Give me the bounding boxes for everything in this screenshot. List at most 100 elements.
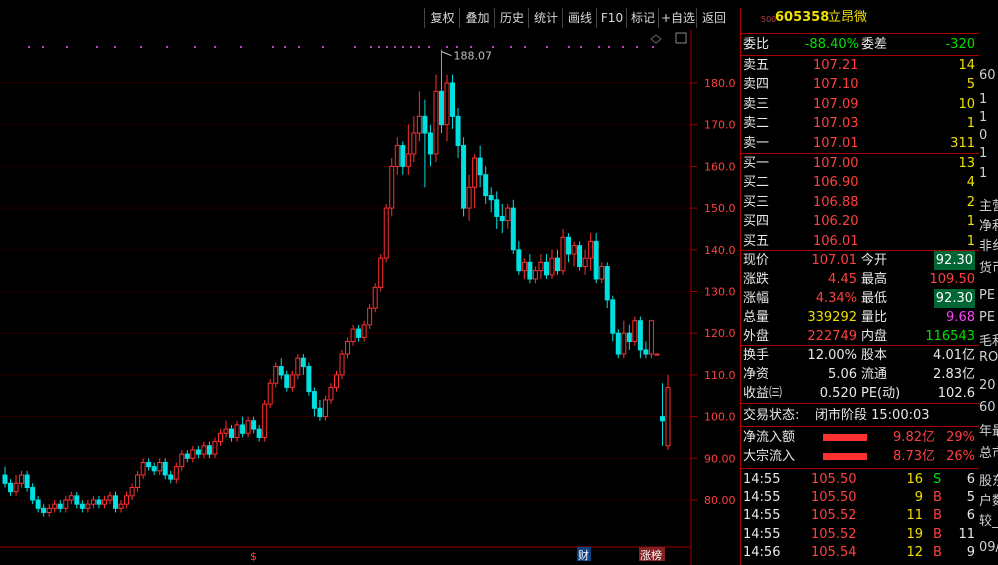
candle-body[interactable] <box>289 374 295 388</box>
candle-body[interactable] <box>217 432 223 443</box>
candle-body[interactable] <box>455 115 461 147</box>
candle-body[interactable] <box>251 420 257 430</box>
candle-body[interactable] <box>372 286 378 309</box>
toolbar-button-0[interactable]: 复权 <box>424 8 460 28</box>
candle-body[interactable] <box>411 132 417 155</box>
candle-body[interactable] <box>118 503 124 509</box>
candle-body[interactable] <box>378 257 384 288</box>
candle-body[interactable] <box>201 445 207 455</box>
candle-body[interactable] <box>566 236 572 255</box>
candle-body[interactable] <box>135 474 141 488</box>
candle-body[interactable] <box>24 474 30 488</box>
candle-body[interactable] <box>648 320 654 355</box>
candle-body[interactable] <box>63 499 69 509</box>
candle-body[interactable] <box>223 428 229 434</box>
candle-body[interactable] <box>90 499 96 505</box>
candle-body[interactable] <box>400 145 406 167</box>
candle-body[interactable] <box>113 495 118 509</box>
candle-body[interactable] <box>532 270 538 280</box>
candle-body[interactable] <box>306 366 312 393</box>
candle-body[interactable] <box>96 499 102 505</box>
candle-body[interactable] <box>85 503 91 509</box>
candle-body[interactable] <box>151 466 157 472</box>
candle-body[interactable] <box>195 449 201 455</box>
candle-body[interactable] <box>604 265 610 301</box>
candle-body[interactable] <box>433 90 439 155</box>
candle-body[interactable] <box>74 495 80 505</box>
candle-body[interactable] <box>322 399 328 418</box>
candle-body[interactable] <box>571 245 577 255</box>
candle-body[interactable] <box>516 249 522 272</box>
candle-body[interactable] <box>483 174 489 197</box>
candle-body[interactable] <box>30 486 36 501</box>
candle-body[interactable] <box>643 349 649 355</box>
candle-body[interactable] <box>240 424 246 434</box>
collapse-icon[interactable] <box>675 32 687 44</box>
toolbar-button-2[interactable]: 历史 <box>494 8 529 28</box>
candle-body[interactable] <box>505 207 511 222</box>
candle-body[interactable] <box>438 90 444 126</box>
candle-body[interactable] <box>46 507 52 514</box>
candle-body[interactable] <box>345 341 351 355</box>
candle-body[interactable] <box>35 499 41 509</box>
candle-body[interactable] <box>334 374 339 388</box>
candle-body[interactable] <box>311 391 317 409</box>
toolbar-button-6[interactable]: 标记 <box>626 8 659 28</box>
candle-body[interactable] <box>615 332 621 355</box>
candle-body[interactable] <box>521 261 527 272</box>
candle-body[interactable] <box>560 236 566 272</box>
candle-body[interactable] <box>162 461 168 476</box>
toolbar-button-3[interactable]: 统计 <box>528 8 563 28</box>
candle-body[interactable] <box>168 474 174 480</box>
candle-body[interactable] <box>2 474 8 484</box>
candle-body[interactable] <box>212 441 218 455</box>
candle-body[interactable] <box>107 495 113 501</box>
candle-body[interactable] <box>659 416 665 422</box>
candle-body[interactable] <box>510 207 516 251</box>
candle-body[interactable] <box>632 320 638 343</box>
candle-body[interactable] <box>57 503 63 509</box>
candle-body[interactable] <box>654 353 660 356</box>
candle-body[interactable] <box>394 145 400 167</box>
candle-body[interactable] <box>79 503 85 509</box>
candle-body[interactable] <box>610 299 616 334</box>
candle-body[interactable] <box>101 499 107 505</box>
candle-body[interactable] <box>234 424 240 438</box>
candle-body[interactable] <box>295 357 301 376</box>
candle-body[interactable] <box>527 261 533 280</box>
candle-body[interactable] <box>129 486 135 497</box>
candle-body[interactable] <box>488 195 494 201</box>
candle-body[interactable] <box>173 466 179 480</box>
event-marker-cai[interactable]: 财 <box>578 548 589 562</box>
candle-body[interactable] <box>499 215 505 222</box>
candle-body[interactable] <box>427 132 433 155</box>
candle-body[interactable] <box>229 428 235 438</box>
toolbar-button-1[interactable]: 叠加 <box>459 8 495 28</box>
candle-body[interactable] <box>555 257 560 272</box>
candle-body[interactable] <box>206 445 212 455</box>
candle-body[interactable] <box>146 461 152 468</box>
event-marker-s[interactable]: $ <box>250 550 257 563</box>
candle-body[interactable] <box>422 115 428 134</box>
candle-body[interactable] <box>543 261 549 276</box>
candle-body[interactable] <box>19 474 25 484</box>
candle-body[interactable] <box>190 449 196 459</box>
candle-body[interactable] <box>599 265 605 280</box>
candle-body[interactable] <box>8 482 14 493</box>
candle-body[interactable] <box>577 245 583 267</box>
candle-body[interactable] <box>549 257 555 276</box>
kline-chart[interactable]: 180.0 170.0 160.0 150.0 140.0 130.0 120.0 110.0… <box>0 30 740 565</box>
candle-body[interactable] <box>262 403 268 438</box>
candle-body[interactable] <box>339 353 345 376</box>
candle-body[interactable] <box>317 407 323 418</box>
candle-body[interactable] <box>665 386 671 447</box>
candle-body[interactable] <box>68 495 74 501</box>
candle-body[interactable] <box>273 366 279 384</box>
candle-body[interactable] <box>124 495 130 505</box>
candle-body[interactable] <box>450 82 456 117</box>
candle-body[interactable] <box>416 115 422 134</box>
candle-body[interactable] <box>444 82 450 126</box>
candle-body[interactable] <box>621 332 627 355</box>
candle-body[interactable] <box>267 382 273 405</box>
candle-body[interactable] <box>184 453 190 459</box>
